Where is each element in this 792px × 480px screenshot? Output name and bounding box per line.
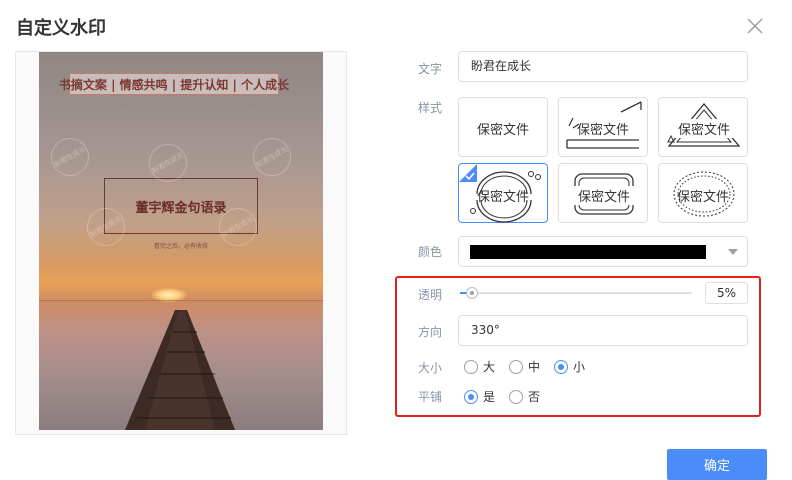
- color-label: 颜色: [418, 245, 443, 259]
- style-label: 样式: [418, 101, 443, 115]
- text-label: 文字: [418, 62, 443, 76]
- style-option-plain[interactable]: 保密文件: [458, 97, 548, 157]
- preview-image: 书摘文案 | 情感共鸣 | 提升认知 | 个人成长 董宇辉金句语录 看完之后，必…: [39, 52, 323, 430]
- style-option-circle[interactable]: 保密文件: [458, 163, 548, 223]
- size-label: 大小: [418, 361, 443, 375]
- color-swatch: [470, 245, 706, 259]
- size-radio-small[interactable]: 小: [554, 358, 585, 375]
- tile-radio-no[interactable]: 否: [509, 388, 540, 405]
- opacity-label: 透明: [418, 288, 443, 302]
- opacity-value[interactable]: 5%: [705, 282, 748, 304]
- close-icon[interactable]: [745, 16, 765, 36]
- size-radio-medium[interactable]: 中: [509, 358, 540, 375]
- book-subtitle: 看完之后，必有收获: [153, 243, 208, 250]
- style-option-slanted[interactable]: 保密文件: [558, 97, 648, 157]
- chevron-down-icon: [728, 249, 738, 255]
- selected-check-icon: [459, 164, 477, 182]
- style-option-dotted-oval[interactable]: 保密文件: [658, 163, 748, 223]
- size-radio-large[interactable]: 大: [464, 358, 495, 375]
- direction-label: 方向: [418, 325, 443, 339]
- tile-label: 平铺: [418, 390, 443, 404]
- watermark-text-input[interactable]: 盼君在成长: [458, 51, 748, 82]
- tile-radio-yes[interactable]: 是: [464, 388, 495, 405]
- opacity-slider-track[interactable]: [460, 292, 692, 294]
- style-option-triangle[interactable]: 保密文件: [658, 97, 748, 157]
- confirm-button[interactable]: 确定: [667, 449, 767, 480]
- color-select[interactable]: [458, 236, 748, 267]
- dialog-title: 自定义水印: [16, 18, 106, 39]
- direction-input[interactable]: 330°: [458, 315, 748, 346]
- poster-heading: 书摘文案 | 情感共鸣 | 提升认知 | 个人成长: [59, 73, 289, 95]
- opacity-slider-thumb[interactable]: [465, 287, 478, 299]
- style-option-rounded[interactable]: 保密文件: [558, 163, 648, 223]
